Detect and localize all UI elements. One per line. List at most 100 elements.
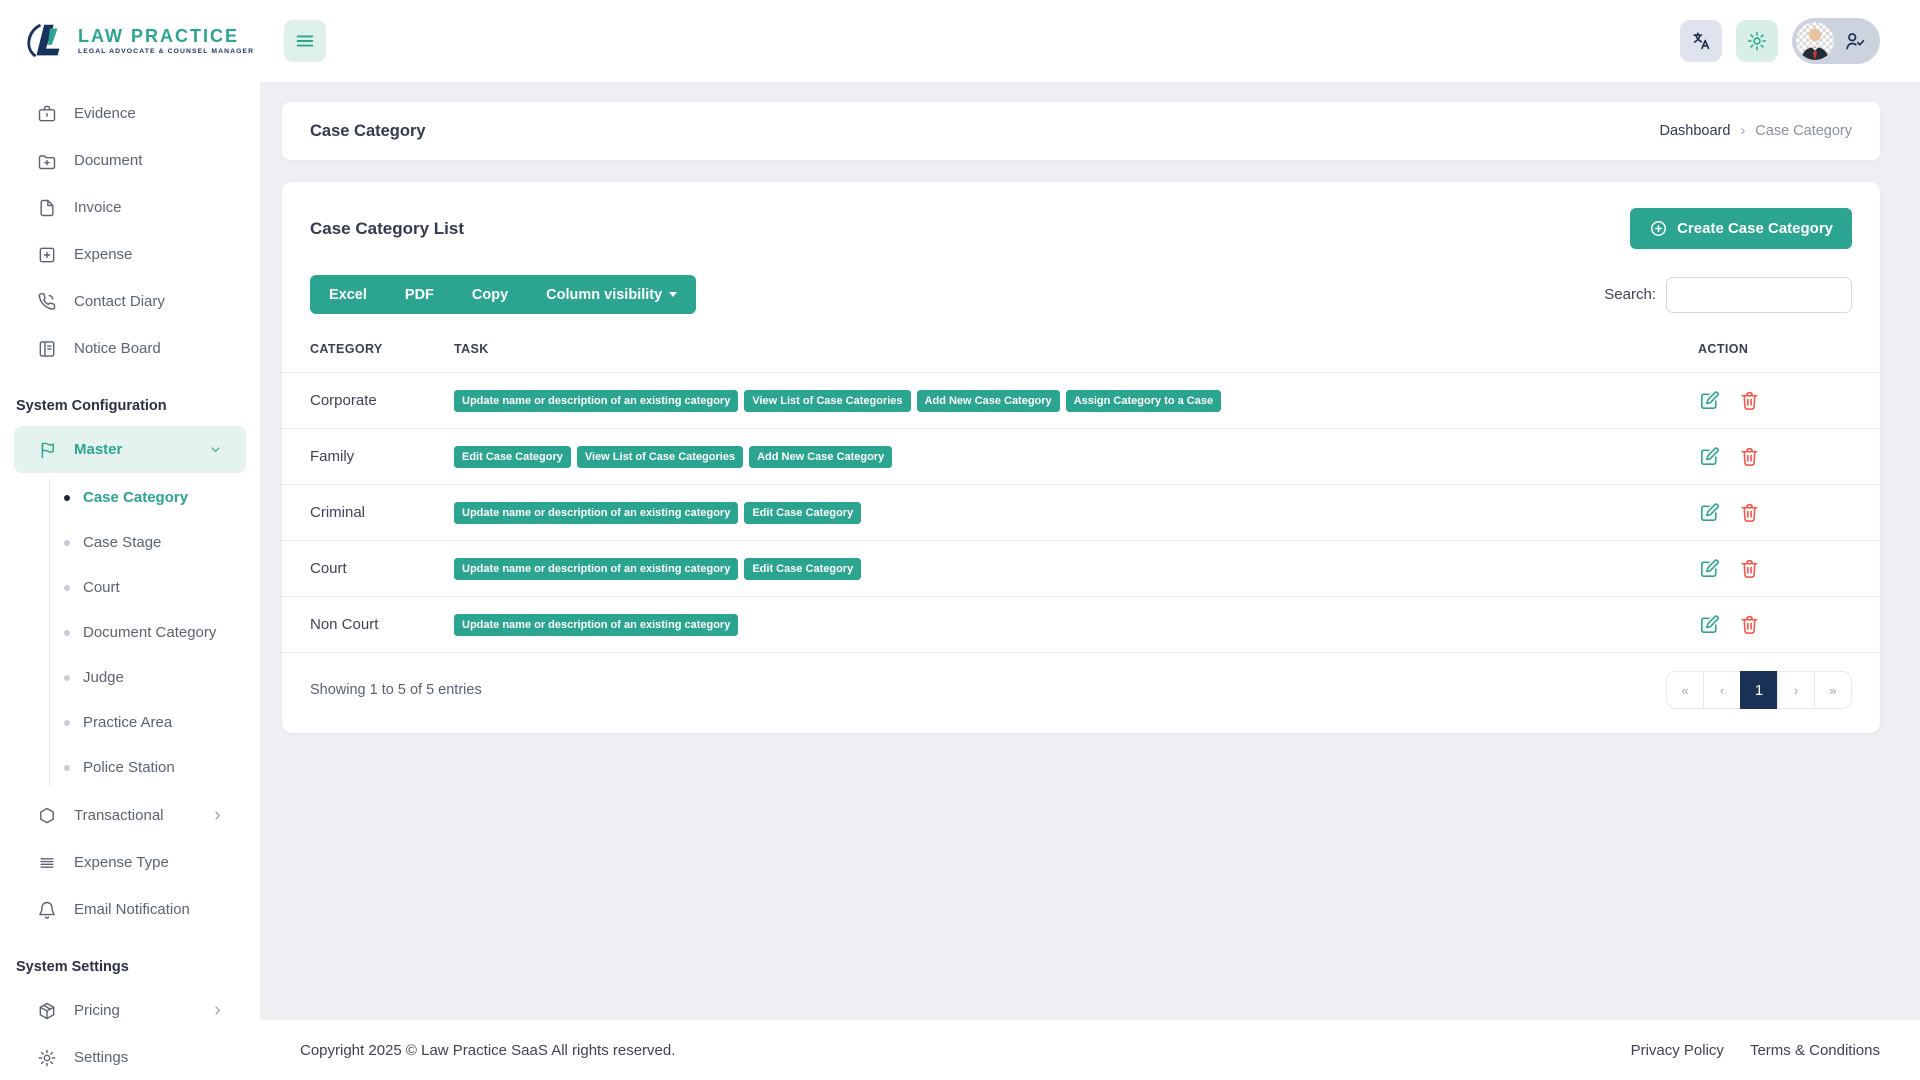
sidebar-section-header: System Settings (0, 933, 260, 987)
card-title: Case Category List (310, 219, 464, 239)
sidebar-item-master[interactable]: Master (14, 426, 246, 473)
task-cell: Update name or description of an existin… (454, 485, 1698, 541)
sidebar-subitem-document-category[interactable]: Document Category (0, 610, 260, 655)
sidebar-subitem-label: Case Stage (83, 534, 161, 551)
list-icon (37, 853, 57, 873)
edit-icon[interactable] (1698, 501, 1721, 524)
case-category-list-card: Case Category List Create Case Category … (282, 182, 1880, 733)
task-badge: Update name or description of an existin… (454, 614, 738, 636)
profile-menu-button[interactable] (1792, 18, 1880, 64)
sidebar-item-expense[interactable]: Expense (0, 231, 260, 278)
trash-icon[interactable] (1738, 557, 1761, 580)
brand-logo[interactable]: LAW PRACTICE LEGAL ADVOCATE & COUNSEL MA… (0, 0, 260, 82)
trash-icon[interactable] (1738, 445, 1761, 468)
sidebar-subitem-court[interactable]: Court (0, 565, 260, 610)
plus-circle-icon (1649, 219, 1668, 238)
column-visibility-label: Column visibility (546, 287, 662, 303)
copy-export-button[interactable]: Copy (453, 275, 527, 314)
sidebar-item-label: Document (74, 152, 142, 169)
topbar (260, 0, 1920, 82)
edit-icon[interactable] (1698, 557, 1721, 580)
category-cell: Corporate (282, 373, 454, 429)
column-visibility-button[interactable]: Column visibility (527, 275, 696, 314)
bullet-icon (64, 765, 70, 771)
hexagon-icon (37, 806, 57, 826)
sidebar-item-transactional[interactable]: Transactional (0, 792, 260, 839)
table-header-row: CATEGORY TASK ACTION (282, 330, 1880, 373)
sidebar-subitem-case-stage[interactable]: Case Stage (0, 520, 260, 565)
task-badge: View List of Case Categories (577, 446, 743, 468)
brand-tagline: LEGAL ADVOCATE & COUNSEL MANAGER (78, 48, 254, 55)
sidebar: LAW PRACTICE LEGAL ADVOCATE & COUNSEL MA… (0, 0, 260, 1080)
sidebar-item-settings[interactable]: Settings (0, 1034, 260, 1080)
pagination-next[interactable]: › (1777, 671, 1815, 709)
pagination-first[interactable]: « (1666, 671, 1704, 709)
pdf-export-button[interactable]: PDF (386, 275, 453, 314)
action-cell (1698, 429, 1880, 485)
pagination-prev[interactable]: ‹ (1703, 671, 1741, 709)
sidebar-subitem-label: Court (83, 579, 120, 596)
category-cell: Court (282, 541, 454, 597)
edit-icon[interactable] (1698, 613, 1721, 636)
page-title: Case Category (310, 122, 426, 141)
folder-plus-icon (37, 151, 57, 171)
language-button[interactable] (1680, 20, 1722, 62)
sidebar-item-invoice[interactable]: Invoice (0, 184, 260, 231)
sidebar-item-label: Invoice (74, 199, 122, 216)
sidebar-subitem-label: Case Category (83, 489, 188, 506)
search-input[interactable] (1666, 277, 1852, 313)
edit-icon[interactable] (1698, 445, 1721, 468)
pagination-last[interactable]: » (1814, 671, 1852, 709)
excel-export-button[interactable]: Excel (310, 275, 386, 314)
column-header-task: TASK (454, 330, 1698, 373)
sidebar-item-label: Master (74, 441, 122, 458)
task-badge: Update name or description of an existin… (454, 502, 738, 524)
sidebar-subitem-judge[interactable]: Judge (0, 655, 260, 700)
sidebar-item-expense-type[interactable]: Expense Type (0, 839, 260, 886)
pagination-page-1[interactable]: 1 (1740, 671, 1778, 709)
bullet-icon (64, 675, 70, 681)
breadcrumb-dashboard-link[interactable]: Dashboard (1660, 123, 1731, 139)
trash-icon[interactable] (1738, 389, 1761, 412)
sidebar-item-contact-diary[interactable]: Contact Diary (0, 278, 260, 325)
topbar-actions (1680, 18, 1880, 64)
page-footer: Copyright 2025 © Law Practice SaaS All r… (260, 1020, 1920, 1080)
terms-conditions-link[interactable]: Terms & Conditions (1750, 1042, 1880, 1059)
sidebar-item-notice-board[interactable]: Notice Board (0, 325, 260, 372)
sidebar-subitem-police-station[interactable]: Police Station (0, 745, 260, 790)
chevron-right-icon (210, 808, 225, 823)
sidebar-toggle-button[interactable] (284, 20, 326, 62)
table-row: Non CourtUpdate name or description of a… (282, 597, 1880, 653)
gear-icon (37, 1048, 57, 1068)
action-cell (1698, 541, 1880, 597)
sidebar-item-evidence[interactable]: Evidence (0, 90, 260, 137)
trash-icon[interactable] (1738, 501, 1761, 524)
sidebar-item-document[interactable]: Document (0, 137, 260, 184)
trash-icon[interactable] (1738, 613, 1761, 636)
task-cell: Update name or description of an existin… (454, 541, 1698, 597)
search-label: Search: (1604, 286, 1656, 303)
copyright-text: Copyright 2025 © Law Practice SaaS All r… (300, 1042, 675, 1059)
bell-icon (37, 900, 57, 920)
sidebar-subitem-practice-area[interactable]: Practice Area (0, 700, 260, 745)
privacy-policy-link[interactable]: Privacy Policy (1631, 1042, 1724, 1059)
edit-icon[interactable] (1698, 389, 1721, 412)
bullet-icon (64, 720, 70, 726)
sidebar-subitem-case-category[interactable]: Case Category (0, 475, 260, 520)
footer-links: Privacy Policy Terms & Conditions (1631, 1042, 1880, 1059)
category-cell: Family (282, 429, 454, 485)
sidebar-item-label: Expense (74, 246, 132, 263)
task-badge: Assign Category to a Case (1066, 390, 1221, 412)
search-container: Search: (1604, 277, 1852, 313)
plus-square-icon (37, 245, 57, 265)
sidebar-item-email-notification[interactable]: Email Notification (0, 886, 260, 933)
sidebar-item-label: Transactional (74, 807, 164, 824)
bullet-icon (64, 585, 70, 591)
sidebar-item-pricing[interactable]: Pricing (0, 987, 260, 1034)
sidebar-section-header: System Configuration (0, 372, 260, 426)
settings-button[interactable] (1736, 20, 1778, 62)
main-column: Case Category Dashboard › Case Category … (260, 0, 1920, 1080)
bullet-icon (64, 495, 70, 501)
create-case-category-button[interactable]: Create Case Category (1630, 208, 1852, 249)
brand-name: LAW PRACTICE (78, 27, 254, 45)
